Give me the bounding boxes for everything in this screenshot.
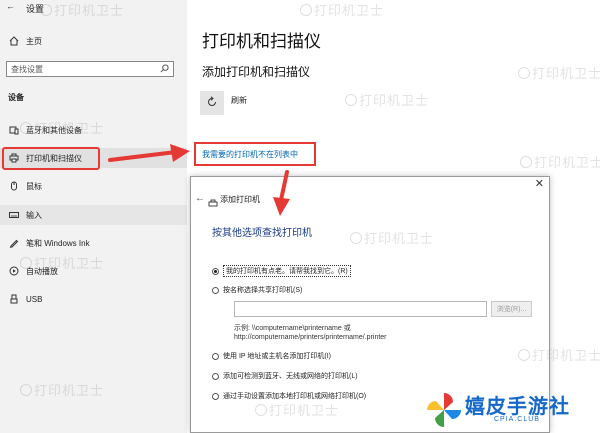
watermark: 打印机卫士 [350, 228, 434, 247]
option-old-printer[interactable]: 我的打印机有点老。请帮我找到它。(R) [212, 265, 351, 277]
option-label: 我的打印机有点老。请帮我找到它。(R) [223, 265, 351, 277]
watermark-text: 打印机卫士 [532, 348, 600, 363]
usb-icon [8, 293, 20, 305]
sidebar-item-usb[interactable]: USB [8, 291, 178, 307]
watermark-logo-icon [350, 232, 362, 244]
watermark: 打印机卫士 [520, 152, 600, 171]
watermark-text: 打印机卫士 [269, 403, 340, 418]
section-label: 设备 [8, 93, 24, 102]
logo-name: 嬉皮手游社 [465, 396, 570, 418]
watermark-text: 打印机卫士 [314, 3, 385, 18]
search-icon [160, 63, 169, 75]
dialog-title: 添加打印机 [220, 195, 260, 204]
back-arrow-icon[interactable]: ← [6, 1, 15, 11]
watermark-logo-icon [20, 122, 32, 134]
highlight-box [2, 147, 100, 170]
watermark-text: 打印机卫士 [34, 383, 105, 398]
logo-subtitle: CPIA.CLUB [494, 416, 540, 423]
watermark-logo-icon [518, 67, 530, 79]
radio-button[interactable] [212, 392, 219, 400]
settings-sidebar: ← 设置 主页 查找设置 设备 蓝牙和其他设备 打印机和扫描仪 鼠标 输入 笔和… [0, 0, 187, 433]
watermark: 打印机卫士 [255, 400, 339, 419]
watermark-logo-icon [518, 349, 530, 361]
site-logo: 嬉皮手游社 CPIA.CLUB [420, 388, 600, 433]
home-icon [8, 35, 20, 47]
watermark-text: 打印机卫士 [34, 256, 105, 271]
watermark: 打印机卫士 [20, 118, 104, 137]
browse-button[interactable]: 浏览(R)... [491, 301, 532, 317]
sidebar-item-input[interactable]: 输入 [8, 207, 178, 223]
radio-button[interactable] [212, 372, 219, 380]
refresh-button[interactable] [200, 91, 224, 115]
search-input[interactable]: 查找设置 [6, 61, 174, 77]
watermark-text: 打印机卫士 [54, 3, 125, 18]
watermark: 打印机卫士 [40, 0, 124, 19]
pen-icon [8, 237, 20, 249]
dialog-heading: 按其他选项查找打印机 [212, 228, 312, 239]
example-text: 示例: \\computername\printername 或 http://… [234, 324, 387, 342]
dialog-back-icon[interactable]: ← [195, 193, 205, 204]
close-icon[interactable]: ✕ [535, 177, 544, 190]
autoplay-icon [8, 265, 20, 277]
search-placeholder: 查找设置 [11, 64, 43, 74]
sidebar-item-label: 主页 [26, 36, 42, 46]
bluetooth-icon [8, 124, 20, 136]
section-subtitle: 添加打印机和扫描仪 [202, 65, 311, 79]
watermark-logo-icon [300, 4, 312, 16]
watermark-text: 打印机卫士 [532, 66, 600, 81]
option-wireless-printer[interactable]: 添加可检测到蓝牙、无线或网络的打印机(L) [212, 371, 358, 381]
radio-button-selected[interactable] [212, 267, 219, 275]
watermark-logo-icon [345, 94, 357, 106]
option-shared-printer[interactable]: 按名称选择共享打印机(S) [212, 285, 302, 295]
watermark-logo-icon [40, 4, 52, 16]
watermark: 打印机卫士 [300, 0, 384, 19]
shared-printer-name-input[interactable] [234, 301, 487, 317]
sidebar-item-label: 鼠标 [26, 181, 42, 191]
radio-button[interactable] [212, 352, 219, 360]
logo-pinwheel-icon [427, 393, 461, 427]
watermark: 打印机卫士 [20, 253, 104, 272]
option-ip-address[interactable]: 使用 IP 地址或主机名添加打印机(I) [212, 351, 331, 361]
page-title: 打印机和扫描仪 [202, 32, 321, 51]
keyboard-icon [8, 209, 20, 221]
watermark-text: 打印机卫士 [364, 231, 435, 246]
printer-icon [208, 195, 218, 207]
option-label: 添加可检测到蓝牙、无线或网络的打印机(L) [223, 373, 358, 380]
printer-not-listed-link[interactable]: 我需要的打印机不在列表中 [202, 149, 298, 160]
sidebar-item-label: USB [26, 294, 43, 304]
radio-button[interactable] [212, 286, 219, 294]
watermark-logo-icon [20, 384, 32, 396]
watermark: 打印机卫士 [518, 63, 600, 82]
sidebar-item-label: 输入 [26, 210, 42, 220]
example-line-1: 示例: \\computername\printername 或 [234, 325, 351, 332]
watermark: 打印机卫士 [518, 345, 600, 364]
sidebar-item-pen[interactable]: 笔和 Windows Ink [8, 235, 178, 251]
watermark-logo-icon [520, 156, 532, 168]
refresh-label: 刷新 [231, 96, 247, 105]
watermark: 打印机卫士 [20, 380, 104, 399]
sidebar-item-home[interactable]: 主页 [8, 33, 178, 49]
sidebar-item-label: 笔和 Windows Ink [26, 238, 90, 248]
sidebar-item-mouse[interactable]: 鼠标 [8, 178, 178, 194]
option-label: 使用 IP 地址或主机名添加打印机(I) [223, 353, 331, 360]
printer-not-listed-link-highlight: 我需要的打印机不在列表中 [194, 142, 316, 166]
watermark: 打印机卫士 [345, 90, 429, 109]
refresh-icon [206, 95, 218, 111]
example-line-2: http://computername/printers/printername… [234, 334, 387, 341]
watermark-text: 打印机卫士 [534, 155, 600, 170]
watermark-text: 打印机卫士 [34, 121, 105, 136]
option-label: 按名称选择共享打印机(S) [223, 287, 303, 294]
watermark-text: 打印机卫士 [359, 93, 430, 108]
mouse-icon [8, 180, 20, 192]
watermark-logo-icon [255, 404, 267, 416]
watermark-logo-icon [20, 257, 32, 269]
